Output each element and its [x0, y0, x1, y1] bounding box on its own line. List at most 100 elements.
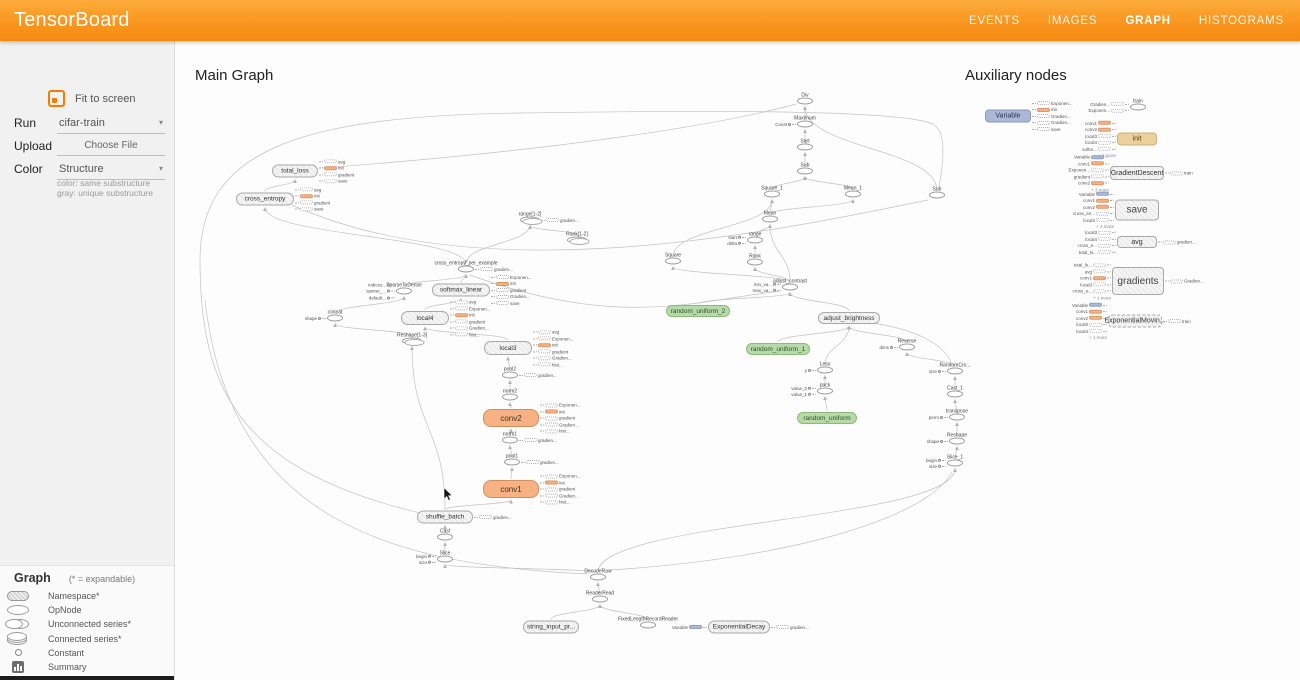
graph-node-rank[interactable]: Rank — [747, 259, 763, 266]
satellite-pill[interactable]: local3 — [1085, 133, 1116, 138]
satellite-pill[interactable]: init — [295, 193, 320, 198]
satellite-pill[interactable]: conv2 — [1085, 127, 1116, 132]
satellite-pill[interactable]: Exponen... — [540, 403, 581, 408]
tab-events[interactable]: EVENTS — [969, 15, 1020, 27]
satellite-pill[interactable]: train — [1165, 171, 1193, 176]
graph-node-variable[interactable]: VariableExponen...initGradien...Gradien.… — [985, 110, 1031, 123]
satellite-pill[interactable]: gradien... — [521, 460, 559, 465]
constant-node[interactable]: start — [728, 234, 746, 239]
graph-node-adjb[interactable]: adjust_brightness — [818, 312, 880, 324]
satellite-pill[interactable]: gradient — [540, 416, 575, 421]
graph-node-flrr[interactable]: FixedLengthRecordReader — [640, 622, 656, 629]
satellite-pill[interactable]: local3 — [1080, 282, 1111, 287]
constant-node[interactable]: delta — [727, 241, 746, 246]
graph-node-transpose[interactable]: transposeperm — [949, 414, 965, 421]
satellite-pill[interactable]: local3 — [1083, 217, 1114, 222]
constant-node[interactable]: Const — [775, 122, 796, 127]
graph-node-total_loss[interactable]: total_lossavginitgradientsave — [272, 165, 318, 178]
graph-node-square1[interactable]: Square_1 — [764, 191, 780, 198]
constant-node[interactable]: begin — [416, 553, 436, 558]
tab-images[interactable]: IMAGES — [1048, 15, 1098, 27]
satellite-pill[interactable]: init — [319, 165, 344, 170]
satellite-pill[interactable]: local4 — [1085, 140, 1116, 145]
constant-node[interactable]: shape — [305, 316, 326, 321]
satellite-pill[interactable]: softm... — [1082, 146, 1116, 151]
satellite-pill[interactable]: gradient — [295, 200, 330, 205]
graph-node-shuffle_batch[interactable]: shuffle_batchgradien... — [417, 511, 473, 524]
satellite-pill[interactable]: gradient — [491, 288, 526, 293]
satellite-pill[interactable]: Exponen... — [450, 306, 491, 311]
satellite-pill[interactable]: gradien... — [541, 218, 579, 223]
graph-node-avg[interactable]: avggradien...local3local4cross_e...total… — [1117, 236, 1157, 248]
constant-node[interactable]: default... — [369, 295, 395, 300]
satellite-pill[interactable]: Exponen... — [1068, 167, 1109, 172]
satellite-pill[interactable]: Gradien... — [1165, 279, 1204, 284]
graph-node-string_input[interactable]: string_input_pr... — [523, 621, 579, 634]
satellite-pill[interactable]: save — [491, 301, 520, 306]
satellite-pill[interactable]: Gradien... — [1032, 114, 1071, 119]
graph-node-squareop[interactable]: Square — [665, 258, 681, 265]
satellite-pill[interactable]: avg — [1085, 269, 1111, 274]
graph-node-pack[interactable]: packvalue_0value_1 — [817, 388, 833, 395]
run-select[interactable]: cifar-train ▾ — [57, 116, 165, 134]
satellite-pill[interactable]: Exponen... — [1088, 108, 1129, 113]
graph-node-ru1[interactable]: random_uniform_1 — [746, 343, 810, 355]
graph-node-norm1[interactable]: norm1gradien... — [502, 437, 518, 444]
graph-node-cep[interactable]: cross_entropy_per_examplegradien... — [458, 266, 474, 273]
satellite-pill[interactable]: hist... — [540, 429, 570, 434]
satellite-pill[interactable]: avg — [295, 187, 321, 192]
graph-node-ru2[interactable]: random_uniform_2 — [666, 305, 730, 317]
satellite-pill[interactable]: Gradien... — [533, 355, 572, 360]
constant-node[interactable]: min_va... — [754, 281, 781, 286]
graph-node-range12[interactable]: range[1-2]gradien... — [520, 217, 540, 224]
satellite-pill[interactable]: Variable — [1072, 302, 1107, 307]
constant-node[interactable]: sparse_... — [366, 289, 395, 294]
graph-node-cast1[interactable]: Cast_1 — [947, 391, 963, 398]
satellite-pill[interactable]: Variable — [672, 625, 707, 630]
constant-node[interactable]: begin — [926, 457, 946, 462]
satellite-pill[interactable]: gradient — [540, 487, 575, 492]
fit-to-screen-icon[interactable] — [48, 90, 65, 107]
graph-node-readerread[interactable]: ReaderRead — [592, 596, 608, 603]
graph-node-softmax_linear[interactable]: softmax_linearExponen...initgradientGrad… — [432, 284, 490, 297]
satellite-pill[interactable]: Variable — [1074, 154, 1109, 159]
satellite-pill[interactable]: gradien... — [519, 373, 557, 378]
graph-node-range[interactable]: rangestartdelta — [747, 237, 763, 244]
graph-node-less[interactable]: Lessy — [817, 367, 833, 374]
graph-node-div[interactable]: Div — [797, 98, 813, 105]
satellite-pill[interactable]: conv1 — [1076, 309, 1107, 314]
graph-node-decoderaw[interactable]: DecodeRaw — [590, 574, 606, 581]
graph-node-concat[interactable]: concatshape — [327, 315, 343, 322]
constant-node[interactable]: dims — [879, 345, 898, 350]
satellite-pill[interactable]: local4 — [1076, 328, 1107, 333]
constant-node[interactable]: perm — [929, 415, 948, 420]
graph-node-conv1[interactable]: conv1Exponen...initgradientGradien...his… — [483, 480, 539, 498]
satellite-pill[interactable]: init — [491, 281, 516, 286]
graph-node-randomcrop[interactable]: RandomCro...size — [947, 368, 963, 375]
constant-node[interactable]: shape — [927, 439, 948, 444]
satellite-pill[interactable]: conv2 — [1083, 204, 1114, 209]
satellite-pill[interactable]: avg — [450, 299, 476, 304]
graph-node-slice[interactable]: Slicebeginsize — [437, 556, 453, 563]
satellite-pill[interactable]: init — [540, 409, 565, 414]
satellite-pill[interactable]: gradient — [450, 319, 485, 324]
satellite-pill[interactable]: gradien... — [519, 438, 557, 443]
graph-node-save[interactable]: saveVariableconv1conv2cross_en...local3+… — [1115, 200, 1159, 221]
satellite-pill[interactable]: init — [533, 342, 558, 347]
graph-node-expdecay[interactable]: ExponentialDecaygradien...Variable — [708, 621, 770, 634]
satellite-pill[interactable]: conv1 — [1078, 161, 1109, 166]
satellite-pill[interactable]: Gradien... — [1032, 120, 1071, 125]
satellite-pill[interactable]: init — [1032, 107, 1057, 112]
satellite-pill[interactable]: Exponen... — [540, 474, 581, 479]
satellite-pill[interactable]: Gradien... — [1090, 101, 1129, 106]
satellite-pill[interactable]: cross_e... — [1072, 288, 1111, 293]
satellite-pill[interactable]: total_lo... — [1074, 262, 1111, 267]
satellite-pill[interactable]: local3 — [1076, 322, 1107, 327]
satellite-pill[interactable]: Gradien... — [450, 325, 489, 330]
satellite-pill[interactable]: conv2 — [1076, 315, 1107, 320]
graph-node-local4[interactable]: local4avgExponen...initgradientGradien..… — [401, 311, 449, 325]
satellite-pill[interactable]: Gradien... — [491, 294, 530, 299]
graph-node-pool1[interactable]: pool1gradien... — [504, 459, 520, 466]
constant-node[interactable]: size — [929, 369, 946, 374]
satellite-pill[interactable]: local4 — [1085, 236, 1116, 241]
